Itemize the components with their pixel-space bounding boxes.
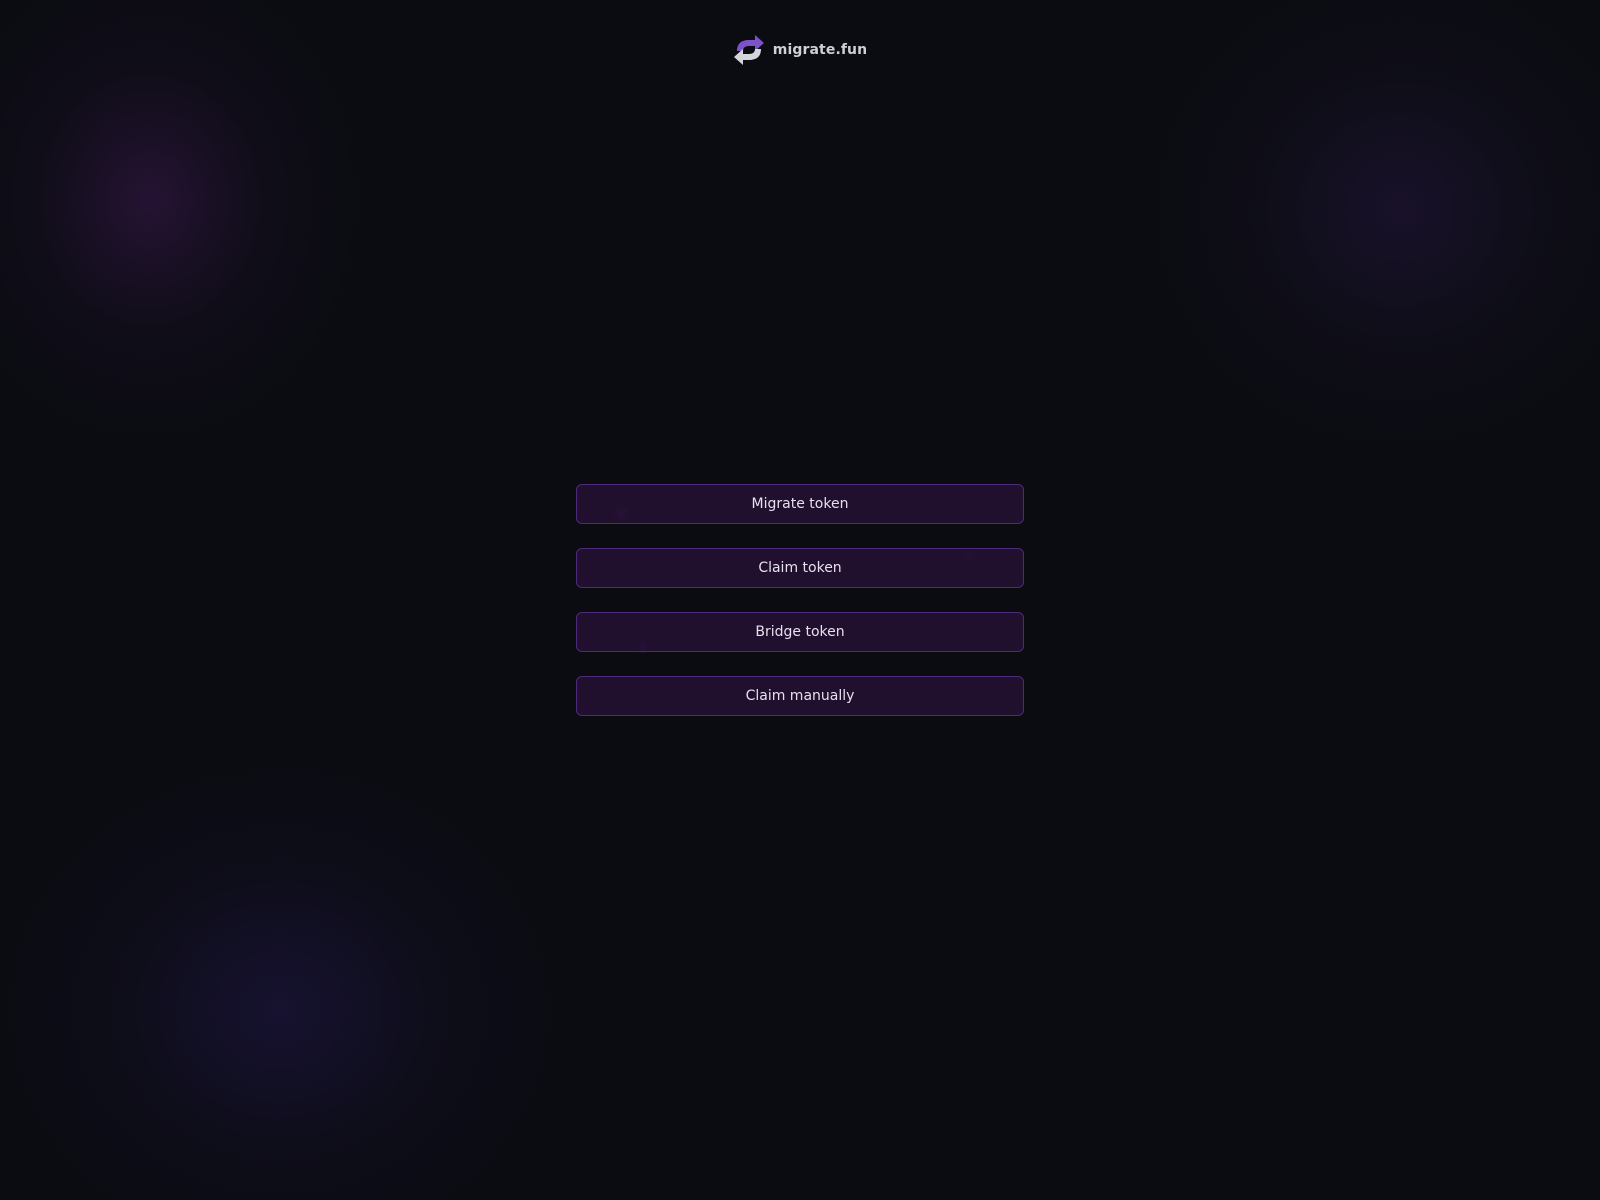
site-header: migrate.fun [0, 32, 1600, 68]
background-glow-bottom-left [0, 760, 560, 1200]
claim-token-label: Claim token [758, 560, 842, 576]
bridge-token-button[interactable]: Bridge token [576, 612, 1024, 652]
claim-token-button[interactable]: Claim token [576, 548, 1024, 588]
claim-manually-button[interactable]: Claim manually [576, 676, 1024, 716]
bridge-token-label: Bridge token [755, 624, 845, 640]
migrate-token-button[interactable]: Migrate token [576, 484, 1024, 524]
home-logo-link[interactable]: migrate.fun [733, 32, 867, 68]
action-menu: Migrate token Claim token Bridge token C… [576, 484, 1024, 716]
brand-name: migrate.fun [772, 42, 868, 58]
refresh-arrows-icon [733, 32, 765, 68]
claim-manually-label: Claim manually [745, 688, 855, 704]
migrate-token-label: Migrate token [751, 496, 849, 512]
